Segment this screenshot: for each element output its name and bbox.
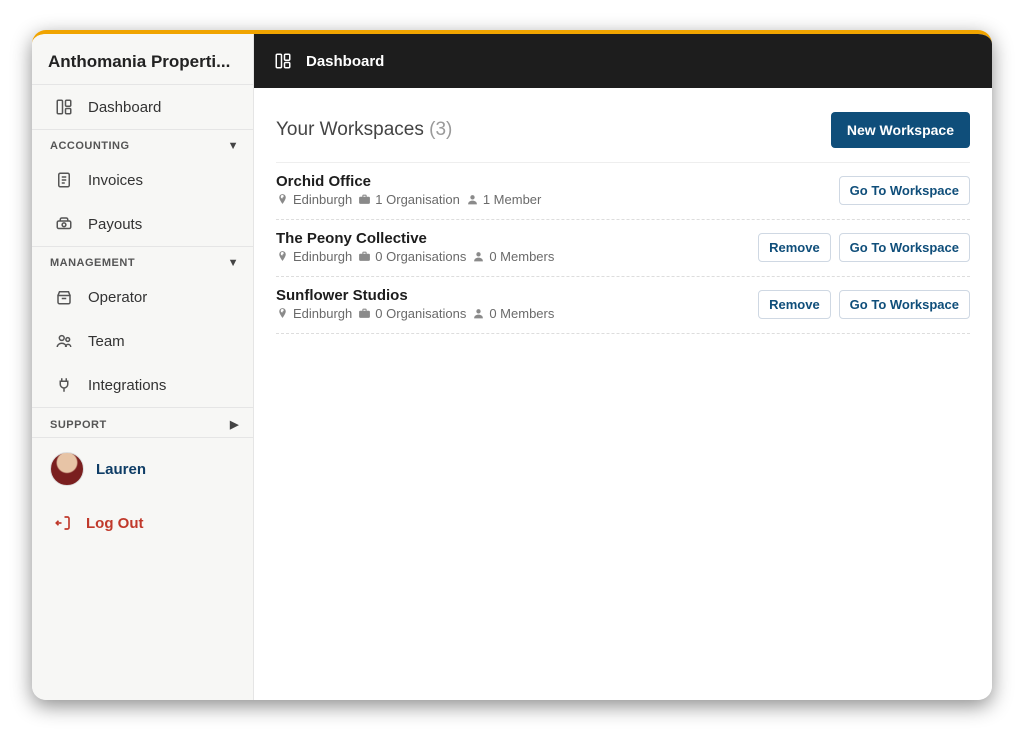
user-icon — [472, 250, 485, 263]
workspaces-header: Your Workspaces (3) New Workspace — [276, 112, 970, 163]
chevron-down-icon: ▼ — [228, 140, 239, 152]
avatar — [50, 452, 84, 486]
location-meta: Edinburgh — [276, 192, 352, 207]
plug-icon — [54, 375, 74, 395]
remove-workspace-button[interactable]: Remove — [758, 290, 831, 319]
pin-icon — [276, 250, 289, 263]
workspaces-list: Orchid Office Edinburgh 1 Organisation 1 Me… — [276, 163, 970, 334]
workspace-name: Sunflower Studios — [276, 287, 758, 304]
payouts-icon — [54, 214, 74, 234]
new-workspace-button[interactable]: New Workspace — [831, 112, 970, 148]
workspace-row: Sunflower Studios Edinburgh 0 Organisation… — [276, 277, 970, 334]
logout-button[interactable]: Log Out — [32, 500, 253, 546]
location-meta: Edinburgh — [276, 306, 352, 321]
orgs-meta: 0 Organisations — [358, 306, 466, 321]
workspaces-title-text: Your Workspaces — [276, 119, 424, 140]
workspace-actions: Go To Workspace — [839, 176, 970, 205]
invoice-icon — [54, 170, 74, 190]
orgs-meta: 1 Organisation — [358, 192, 460, 207]
content: Your Workspaces (3) New Workspace Orchid… — [254, 88, 992, 358]
user-row[interactable]: Lauren — [32, 437, 253, 500]
sidebar-item-payouts[interactable]: Payouts — [32, 202, 253, 246]
members-meta: 0 Members — [472, 306, 554, 321]
workspace-info: The Peony Collective Edinburgh 0 Organisat… — [276, 230, 758, 264]
section-label: ACCOUNTING — [50, 140, 130, 152]
operator-icon — [54, 287, 74, 307]
sidebar-item-label: Team — [88, 333, 125, 350]
sidebar-item-label: Invoices — [88, 172, 143, 189]
workspace-actions: Remove Go To Workspace — [758, 290, 970, 319]
chevron-right-icon: ▶ — [230, 418, 239, 431]
app-frame: Anthomania Properti... Dashboard ACCOUNT… — [32, 30, 992, 700]
workspace-info: Orchid Office Edinburgh 1 Organisation 1 Me… — [276, 173, 839, 207]
remove-workspace-button[interactable]: Remove — [758, 233, 831, 262]
sidebar: Anthomania Properti... Dashboard ACCOUNT… — [32, 34, 254, 700]
workspace-row: The Peony Collective Edinburgh 0 Organisat… — [276, 220, 970, 277]
goto-workspace-button[interactable]: Go To Workspace — [839, 290, 970, 319]
orgs-meta: 0 Organisations — [358, 249, 466, 264]
goto-workspace-button[interactable]: Go To Workspace — [839, 176, 970, 205]
team-icon — [54, 331, 74, 351]
briefcase-icon — [358, 250, 371, 263]
sidebar-item-operator[interactable]: Operator — [32, 275, 253, 319]
workspaces-count: (3) — [429, 119, 452, 140]
logout-icon — [54, 514, 72, 532]
pin-icon — [276, 193, 289, 206]
sidebar-item-team[interactable]: Team — [32, 319, 253, 363]
workspace-row: Orchid Office Edinburgh 1 Organisation 1 Me… — [276, 163, 970, 220]
chevron-down-icon: ▼ — [228, 257, 239, 269]
user-name: Lauren — [96, 461, 146, 478]
workspaces-title: Your Workspaces (3) — [276, 119, 452, 141]
logout-label: Log Out — [86, 515, 143, 532]
topbar: Dashboard — [254, 34, 992, 88]
workspace-info: Sunflower Studios Edinburgh 0 Organisation… — [276, 287, 758, 321]
briefcase-icon — [358, 193, 371, 206]
sidebar-item-label: Operator — [88, 289, 147, 306]
pin-icon — [276, 307, 289, 320]
location-meta: Edinburgh — [276, 249, 352, 264]
sidebar-item-label: Integrations — [88, 377, 166, 394]
section-label: MANAGEMENT — [50, 257, 135, 269]
section-support[interactable]: SUPPORT ▶ — [32, 407, 253, 437]
sidebar-item-dashboard[interactable]: Dashboard — [32, 85, 253, 129]
dashboard-icon — [54, 97, 74, 117]
workspace-meta: Edinburgh 0 Organisations 0 Members — [276, 249, 758, 264]
workspace-name: The Peony Collective — [276, 230, 758, 247]
section-accounting[interactable]: ACCOUNTING ▼ — [32, 129, 253, 158]
sidebar-item-integrations[interactable]: Integrations — [32, 363, 253, 407]
user-icon — [466, 193, 479, 206]
members-meta: 1 Member — [466, 192, 542, 207]
sidebar-item-label: Dashboard — [88, 99, 161, 116]
members-meta: 0 Members — [472, 249, 554, 264]
workspace-actions: Remove Go To Workspace — [758, 233, 970, 262]
sidebar-item-label: Payouts — [88, 216, 142, 233]
sidebar-item-invoices[interactable]: Invoices — [32, 158, 253, 202]
main: Dashboard Your Workspaces (3) New Worksp… — [254, 34, 992, 700]
briefcase-icon — [358, 307, 371, 320]
page-title: Dashboard — [306, 53, 384, 70]
section-management[interactable]: MANAGEMENT ▼ — [32, 246, 253, 275]
org-name: Anthomania Properti... — [32, 34, 253, 85]
dashboard-icon — [274, 52, 292, 70]
user-icon — [472, 307, 485, 320]
workspace-meta: Edinburgh 1 Organisation 1 Member — [276, 192, 839, 207]
workspace-name: Orchid Office — [276, 173, 839, 190]
workspace-meta: Edinburgh 0 Organisations 0 Members — [276, 306, 758, 321]
goto-workspace-button[interactable]: Go To Workspace — [839, 233, 970, 262]
section-label: SUPPORT — [50, 419, 107, 431]
